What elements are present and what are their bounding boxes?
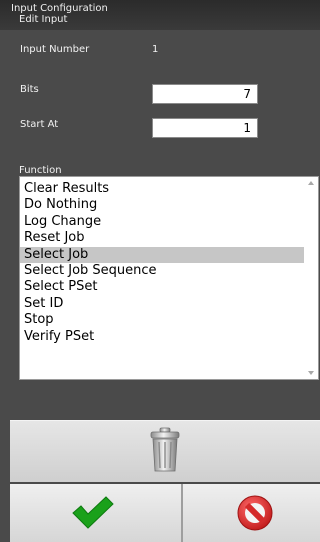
function-item[interactable]: Reset Job (20, 230, 305, 246)
title-bar: Input Configuration Edit Input (0, 0, 320, 30)
function-item[interactable]: Select Job (20, 246, 305, 263)
start-at-label: Start At (20, 119, 59, 130)
function-item[interactable]: Stop (20, 312, 305, 328)
bits-label: Bits (20, 84, 39, 95)
delete-button[interactable] (10, 420, 320, 482)
cancel-icon (235, 493, 275, 537)
function-item[interactable]: Do Nothing (20, 197, 305, 213)
cancel-button[interactable] (183, 484, 320, 542)
input-number-label: Input Number (20, 44, 90, 55)
window-title: Input Configuration (11, 3, 108, 14)
page-subtitle: Edit Input (19, 14, 68, 25)
action-footer (10, 484, 320, 542)
ok-button[interactable] (10, 484, 181, 542)
function-list: Clear Results Do Nothing Log Change Reset J… (20, 181, 305, 345)
start-at-field[interactable] (152, 118, 258, 138)
check-icon (70, 494, 116, 534)
scroll-up-icon[interactable] (308, 181, 314, 185)
input-number-value: 1 (152, 44, 159, 55)
function-listbox[interactable]: Clear Results Do Nothing Log Change Reset J… (19, 176, 319, 380)
scroll-down-icon[interactable] (308, 371, 314, 375)
function-item[interactable]: Set ID (20, 296, 305, 312)
function-item[interactable]: Verify PSet (20, 329, 305, 345)
function-item[interactable]: Log Change (20, 214, 305, 230)
function-scrollbar[interactable] (304, 177, 318, 379)
trash-icon (148, 427, 182, 477)
bits-field[interactable] (152, 84, 258, 104)
function-item[interactable]: Clear Results (20, 181, 305, 197)
function-item[interactable]: Select Job Sequence (20, 263, 305, 279)
function-item[interactable]: Select PSet (20, 279, 305, 295)
